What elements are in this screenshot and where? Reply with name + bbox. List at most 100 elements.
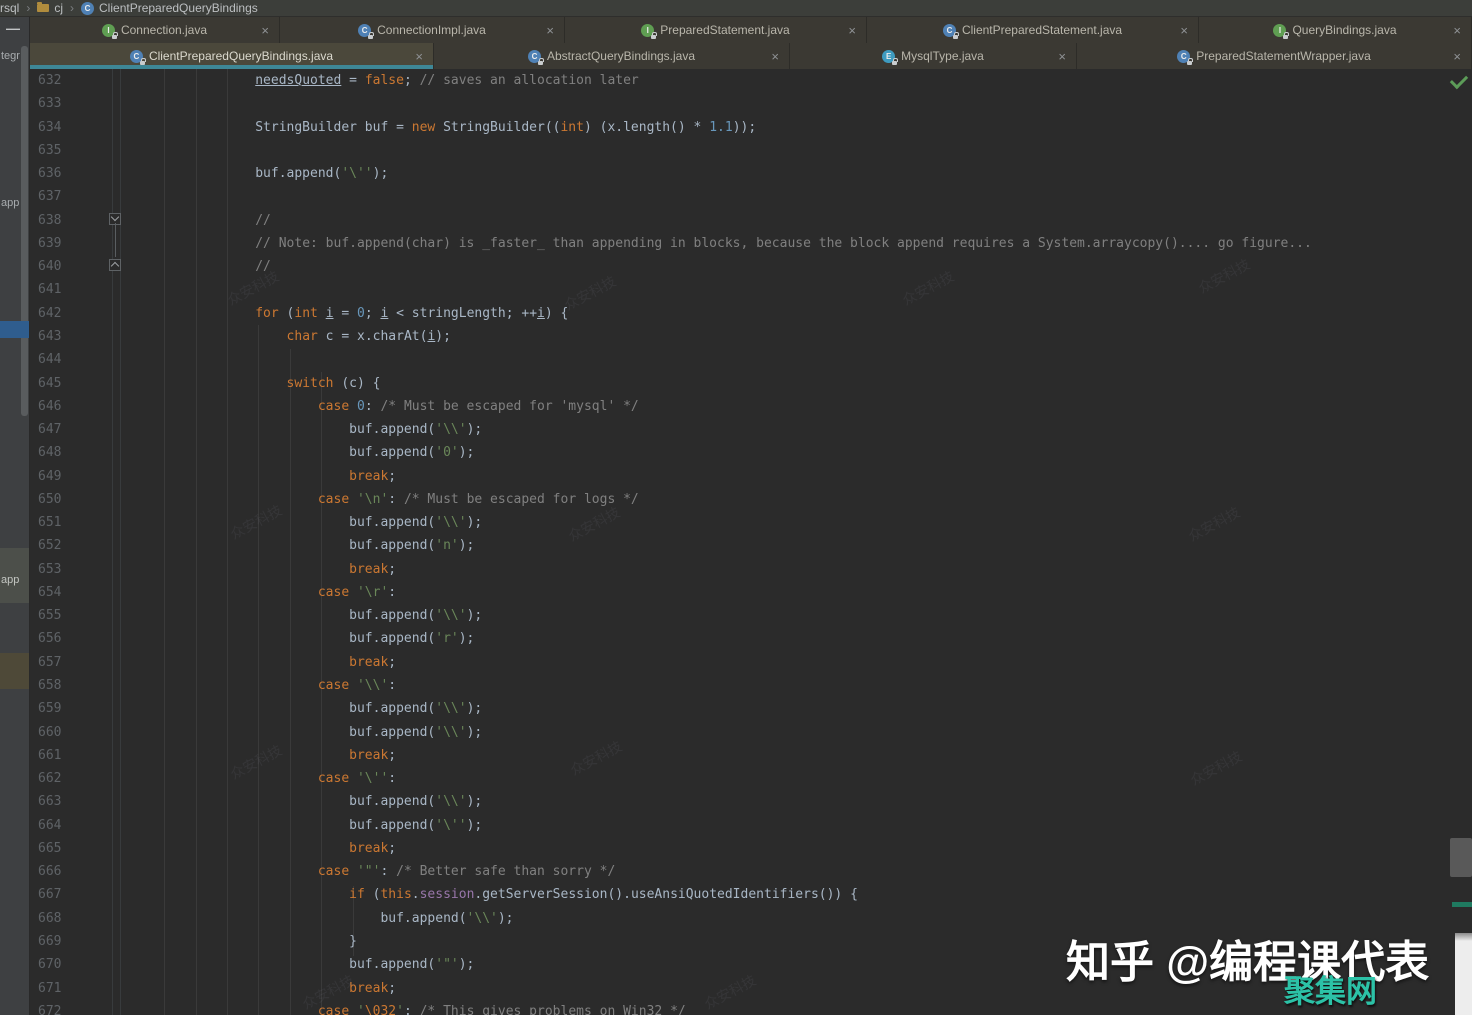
readonly-lock-icon bbox=[953, 35, 958, 39]
line-number: 672 bbox=[38, 1000, 78, 1015]
code-line-646[interactable]: 646 case 0: /* Must be escaped for 'mysq… bbox=[31, 395, 1472, 419]
breadcrumb-item-folder[interactable]: cj bbox=[37, 1, 63, 15]
line-number: 649 bbox=[38, 465, 78, 488]
code-editor[interactable]: 632 needsQuoted = false; // saves an all… bbox=[31, 69, 1472, 1015]
code-line-661[interactable]: 661 break; bbox=[31, 744, 1472, 768]
code-line-641[interactable]: 641 bbox=[31, 278, 1472, 302]
tab-label: ClientPreparedQueryBindings.java bbox=[149, 49, 333, 63]
line-number: 632 bbox=[38, 69, 78, 92]
line-number: 637 bbox=[38, 185, 78, 208]
readonly-lock-icon bbox=[368, 35, 373, 39]
line-number: 636 bbox=[38, 162, 78, 185]
line-number: 668 bbox=[38, 907, 78, 930]
code-line-643[interactable]: 643 char c = x.charAt(i); bbox=[31, 325, 1472, 349]
line-number: 639 bbox=[38, 232, 78, 255]
tab-label: MysqlType.java bbox=[901, 49, 984, 63]
project-tree-selected-row[interactable] bbox=[0, 321, 30, 338]
project-tree-highlight-row[interactable] bbox=[0, 653, 30, 689]
code-line-649[interactable]: 649 break; bbox=[31, 465, 1472, 489]
breadcrumb-class-label: ClientPreparedQueryBindings bbox=[99, 1, 258, 15]
tab-close-icon[interactable]: × bbox=[415, 50, 423, 63]
code-line-650[interactable]: 650 case '\n': /* Must be escaped for lo… bbox=[31, 488, 1472, 512]
project-tree-item[interactable]: app bbox=[1, 197, 19, 209]
code-line-636[interactable]: 636 buf.append('\''); bbox=[31, 162, 1472, 186]
code-line-653[interactable]: 653 break; bbox=[31, 558, 1472, 582]
ide-window: rsql › cj › C ClientPreparedQueryBinding… bbox=[0, 0, 1472, 1015]
fold-region-line bbox=[115, 223, 116, 257]
file-type-icon: C bbox=[358, 24, 371, 37]
code-line-642[interactable]: 642 for (int i = 0; i < stringLength; ++… bbox=[31, 302, 1472, 326]
line-number: 640 bbox=[38, 255, 78, 278]
project-panel-collapsed[interactable]: — tegr app app bbox=[0, 17, 30, 1015]
code-line-645[interactable]: 645 switch (c) { bbox=[31, 372, 1472, 396]
code-line-666[interactable]: 666 case '"': /* Better safe than sorry … bbox=[31, 860, 1472, 884]
readonly-lock-icon bbox=[651, 35, 656, 39]
line-number: 664 bbox=[38, 814, 78, 837]
line-number: 634 bbox=[38, 116, 78, 139]
line-number: 638 bbox=[38, 209, 78, 232]
tab-close-icon[interactable]: × bbox=[771, 50, 779, 63]
code-line-667[interactable]: 667 if (this.session.getServerSession().… bbox=[31, 883, 1472, 907]
code-line-634[interactable]: 634 StringBuilder buf = new StringBuilde… bbox=[31, 116, 1472, 140]
code-line-644[interactable]: 644 bbox=[31, 348, 1472, 372]
code-line-665[interactable]: 665 break; bbox=[31, 837, 1472, 861]
breadcrumb-item-package[interactable]: rsql bbox=[0, 1, 19, 15]
editor-tab[interactable]: C AbstractQueryBindings.java × bbox=[434, 43, 790, 69]
code-line-654[interactable]: 654 case '\r': bbox=[31, 581, 1472, 605]
code-line-657[interactable]: 657 break; bbox=[31, 651, 1472, 675]
code-line-663[interactable]: 663 buf.append('\\'); bbox=[31, 790, 1472, 814]
code-line-660[interactable]: 660 buf.append('\\'); bbox=[31, 721, 1472, 745]
code-line-658[interactable]: 658 case '\\': bbox=[31, 674, 1472, 698]
tab-label: Connection.java bbox=[121, 23, 207, 37]
code-line-639[interactable]: 639 // Note: buf.append(char) is _faster… bbox=[31, 232, 1472, 256]
code-line-632[interactable]: 632 needsQuoted = false; // saves an all… bbox=[31, 69, 1472, 93]
editor-tab[interactable]: C ClientPreparedStatement.java × bbox=[867, 17, 1199, 43]
code-line-648[interactable]: 648 buf.append('0'); bbox=[31, 441, 1472, 465]
line-number: 635 bbox=[38, 139, 78, 162]
line-number: 656 bbox=[38, 627, 78, 650]
editor-scrollbar-thumb[interactable] bbox=[1450, 838, 1472, 877]
code-line-662[interactable]: 662 case '\'': bbox=[31, 767, 1472, 791]
editor-tab[interactable]: I Connection.java × bbox=[30, 17, 280, 43]
code-line-656[interactable]: 656 buf.append('r'); bbox=[31, 627, 1472, 651]
code-line-655[interactable]: 655 buf.append('\\'); bbox=[31, 604, 1472, 628]
tab-close-icon[interactable]: × bbox=[1453, 50, 1461, 63]
editor-tab[interactable]: C PreparedStatementWrapper.java × bbox=[1077, 43, 1472, 69]
code-line-637[interactable]: 637 bbox=[31, 185, 1472, 209]
code-line-640[interactable]: 640 // bbox=[31, 255, 1472, 279]
tab-close-icon[interactable]: × bbox=[848, 24, 856, 37]
code-line-652[interactable]: 652 buf.append('n'); bbox=[31, 534, 1472, 558]
code-line-672[interactable]: 672 case '\032': /* This gives problems … bbox=[31, 1000, 1472, 1015]
readonly-lock-icon bbox=[892, 61, 897, 65]
editor-tab[interactable]: I PreparedStatement.java × bbox=[565, 17, 867, 43]
tab-close-icon[interactable]: × bbox=[1180, 24, 1188, 37]
editor-tab[interactable]: C ClientPreparedQueryBindings.java × bbox=[30, 43, 434, 69]
minimize-icon[interactable]: — bbox=[6, 20, 20, 36]
file-type-icon: C bbox=[943, 24, 956, 37]
code-line-647[interactable]: 647 buf.append('\\'); bbox=[31, 418, 1472, 442]
tab-close-icon[interactable]: × bbox=[546, 24, 554, 37]
code-line-651[interactable]: 651 buf.append('\\'); bbox=[31, 511, 1472, 535]
breadcrumb-item-class[interactable]: C ClientPreparedQueryBindings bbox=[81, 1, 258, 15]
fold-marker-icon[interactable] bbox=[109, 259, 121, 271]
editor-tab[interactable]: C ConnectionImpl.java × bbox=[280, 17, 565, 43]
project-tree-item[interactable]: app bbox=[1, 574, 19, 586]
project-scrollbar-thumb[interactable] bbox=[21, 46, 28, 416]
file-type-icon: I bbox=[1273, 24, 1286, 37]
project-tree-item[interactable]: tegr bbox=[1, 50, 20, 62]
editor-tab[interactable]: I QueryBindings.java × bbox=[1199, 17, 1472, 43]
line-number: 666 bbox=[38, 860, 78, 883]
code-line-659[interactable]: 659 buf.append('\\'); bbox=[31, 697, 1472, 721]
tab-close-icon[interactable]: × bbox=[1058, 50, 1066, 63]
code-line-638[interactable]: 638 // bbox=[31, 209, 1472, 233]
line-number: 659 bbox=[38, 697, 78, 720]
line-number: 653 bbox=[38, 558, 78, 581]
line-number: 667 bbox=[38, 883, 78, 906]
code-line-635[interactable]: 635 bbox=[31, 139, 1472, 163]
editor-tab[interactable]: E MysqlType.java × bbox=[790, 43, 1077, 69]
tab-close-icon[interactable]: × bbox=[261, 24, 269, 37]
code-line-664[interactable]: 664 buf.append('\''); bbox=[31, 814, 1472, 838]
editor-tab-row-1: I Connection.java × C ConnectionImpl.jav… bbox=[30, 17, 1472, 43]
code-line-633[interactable]: 633 bbox=[31, 92, 1472, 116]
tab-close-icon[interactable]: × bbox=[1453, 24, 1461, 37]
